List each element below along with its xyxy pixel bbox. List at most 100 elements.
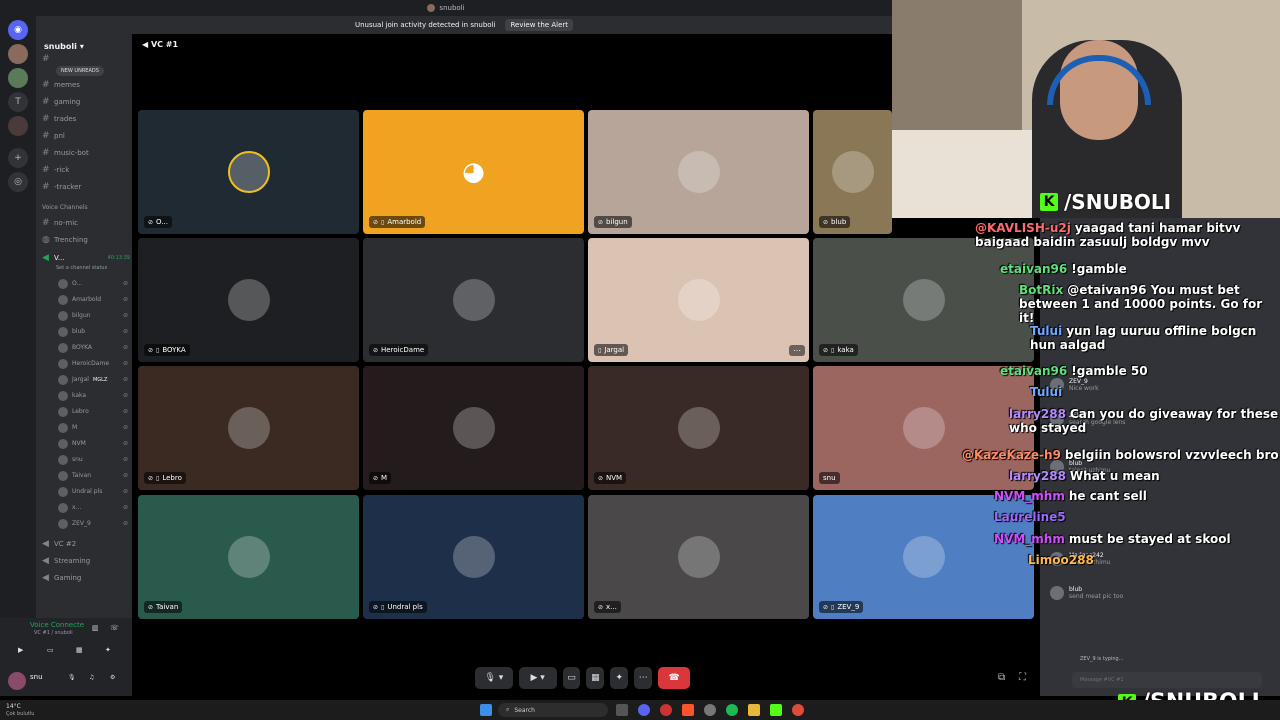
server-icon[interactable] <box>8 116 28 136</box>
taskbar-search[interactable]: ⌕ Search <box>498 703 608 717</box>
message-input[interactable]: Message #VC #1 <box>1072 672 1262 688</box>
server-icon[interactable] <box>8 68 28 88</box>
voice-channels-header[interactable]: Voice Channels <box>42 204 88 211</box>
soundboard-button[interactable]: ✦ <box>610 667 629 689</box>
mic-toggle-button[interactable]: 🎙 ▾ <box>475 667 513 689</box>
weather-widget[interactable]: 14°C <box>6 703 21 710</box>
opera-icon[interactable] <box>660 704 672 716</box>
camera-toggle-button[interactable]: ▶ ▾ <box>518 667 557 689</box>
channel-streaming[interactable]: ◀ Streaming <box>42 554 130 567</box>
avatar <box>58 422 68 433</box>
headphone-icon[interactable]: ♫ <box>89 674 94 681</box>
channel-item[interactable]: # <box>42 52 130 65</box>
signal-icon[interactable]: ▥ <box>92 624 99 632</box>
channel-active-vc[interactable]: ◀ V... 40:13:39 <box>42 251 130 264</box>
soundboard-icon[interactable]: ✦ <box>105 646 111 654</box>
voice-user-item[interactable]: HeroicDame ⊘ <box>58 356 128 371</box>
participant-tile[interactable]: ⊘ ▯ kaka <box>813 238 1034 362</box>
chat-username: Laureline5 <box>994 510 1066 524</box>
activities-icon[interactable]: ▦ <box>76 646 83 654</box>
channel-music-bot[interactable]: # music-bot <box>42 146 130 159</box>
voice-user-item[interactable]: Jargal MGLZ ⊘ <box>58 372 128 387</box>
voice-user-item[interactable]: NVM ⊘ <box>58 436 128 451</box>
voice-user-item[interactable]: x... ⊘ <box>58 500 128 515</box>
spotify-icon[interactable] <box>726 704 738 716</box>
participant-tile[interactable]: ▯ Jargal ⋯ <box>588 238 809 362</box>
activities-button[interactable]: ▦ <box>586 667 605 689</box>
participant-label: ⊘ Taivan <box>144 601 183 613</box>
explore-icon[interactable]: ◎ <box>8 172 28 192</box>
server-icon[interactable] <box>8 44 28 64</box>
channel-status[interactable]: Set a channel status <box>56 265 107 271</box>
windows-start-icon[interactable] <box>480 704 492 716</box>
participant-tile[interactable]: ⊘ Taivan <box>138 495 359 619</box>
participant-label: ⊘ ▯ ZEV_9 <box>819 601 864 613</box>
participant-tile[interactable]: ⊘ HeroicDame <box>363 238 584 362</box>
channel-tracker[interactable]: # -tracker <box>42 180 130 193</box>
channel-no-mic[interactable]: # no-mic <box>42 216 130 229</box>
participant-tile[interactable]: ◕ ⊘ ▯ Amarbold <box>363 110 584 234</box>
leave-call-button[interactable]: ☎ <box>658 667 691 689</box>
muted-mic-icon: ⊘ <box>148 218 154 226</box>
voice-user-item[interactable]: kaka ⊘ <box>58 388 128 403</box>
message-body: ZEV_9 Nice work <box>1069 378 1099 392</box>
server-icon[interactable]: T <box>8 92 28 112</box>
obs-icon[interactable] <box>704 704 716 716</box>
participant-tile[interactable]: ⊘ NVM <box>588 366 809 490</box>
brave-icon[interactable] <box>682 704 694 716</box>
participant-tile[interactable]: ⊘ ▯ Lebro <box>138 366 359 490</box>
deafen-icon: ⊘ <box>122 392 128 399</box>
gear-icon[interactable]: ⚙ <box>110 674 115 681</box>
channel-memes[interactable]: # memes <box>42 78 130 91</box>
new-unreads-badge[interactable]: NEW UNREADS <box>56 66 104 76</box>
deafen-icon: ⊘ <box>122 296 128 303</box>
channel-pnl[interactable]: # pnl <box>42 129 130 142</box>
participant-tile[interactable]: ⊘ x... <box>588 495 809 619</box>
task-view-icon[interactable] <box>616 704 628 716</box>
screen-share-button[interactable]: ▭ <box>562 667 581 689</box>
channel-trades[interactable]: # trades <box>42 112 130 125</box>
participant-label: ⊘ ▯ Undral pls <box>369 601 427 613</box>
channel-sidebar: snuboli ▾ # NEW UNREADS # memes # gaming #… <box>36 34 132 696</box>
hash-icon: # <box>42 113 50 124</box>
voice-user-item[interactable]: Amarbold ⊘ <box>58 292 128 307</box>
channel-trenching[interactable]: ◍ Trenching <box>42 233 130 246</box>
channel-gaming[interactable]: # gaming <box>42 95 130 108</box>
voice-user-item[interactable]: M ⊘ <box>58 420 128 435</box>
tile-more-button[interactable]: ⋯ <box>789 345 805 356</box>
voice-user-item[interactable]: snu ⊘ <box>58 452 128 467</box>
voice-user-item[interactable]: BOYKA ⊘ <box>58 340 128 355</box>
participant-tile[interactable]: ⊘ M <box>363 366 584 490</box>
voice-user-item[interactable]: O... ⊘ <box>58 276 128 291</box>
participant-tile[interactable]: ⊘ O... <box>138 110 359 234</box>
popout-icon[interactable]: ⧉ <box>998 672 1005 683</box>
file-explorer-icon[interactable] <box>748 704 760 716</box>
kick-app-icon[interactable] <box>770 704 782 716</box>
channel-vc2[interactable]: ◀ VC #2 <box>42 537 130 550</box>
review-alert-button[interactable]: Review the Alert <box>505 19 574 31</box>
mic-icon[interactable]: 🎙 <box>68 674 76 681</box>
voice-user-item[interactable]: Taivan ⊘ <box>58 468 128 483</box>
chrome-icon[interactable] <box>792 704 804 716</box>
participant-tile[interactable]: ⊘ bilgun <box>588 110 809 234</box>
disconnect-icon[interactable]: ☏ <box>110 624 119 632</box>
voice-user-item[interactable]: ZEV_9 ⊘ <box>58 516 128 531</box>
participant-tile[interactable]: ⊘ ▯ BOYKA <box>138 238 359 362</box>
discord-home-icon[interactable]: ◉ <box>8 20 28 40</box>
voice-user-item[interactable]: bilgun ⊘ <box>58 308 128 323</box>
participant-tile[interactable]: ⊘ blub <box>813 110 892 234</box>
channel-rick[interactable]: # -rick <box>42 163 130 176</box>
avatar[interactable] <box>8 672 26 690</box>
fullscreen-icon[interactable]: ⛶ <box>1019 672 1026 683</box>
voice-user-item[interactable]: blub ⊘ <box>58 324 128 339</box>
participant-tile[interactable]: ⊘ ▯ Undral pls <box>363 495 584 619</box>
voice-user-item[interactable]: Lebro ⊘ <box>58 404 128 419</box>
screen-share-icon[interactable]: ▭ <box>47 646 54 654</box>
participant-tile[interactable]: snu <box>813 366 1034 490</box>
channel-gaming-voice[interactable]: ◀ Gaming <box>42 571 130 584</box>
camera-icon[interactable]: ▶ <box>18 646 23 654</box>
discord-app-icon[interactable] <box>638 704 650 716</box>
more-options-button[interactable]: ⋯ <box>634 667 653 689</box>
voice-user-item[interactable]: Undral pls ⊘ <box>58 484 128 499</box>
add-server-icon[interactable]: + <box>8 148 28 168</box>
